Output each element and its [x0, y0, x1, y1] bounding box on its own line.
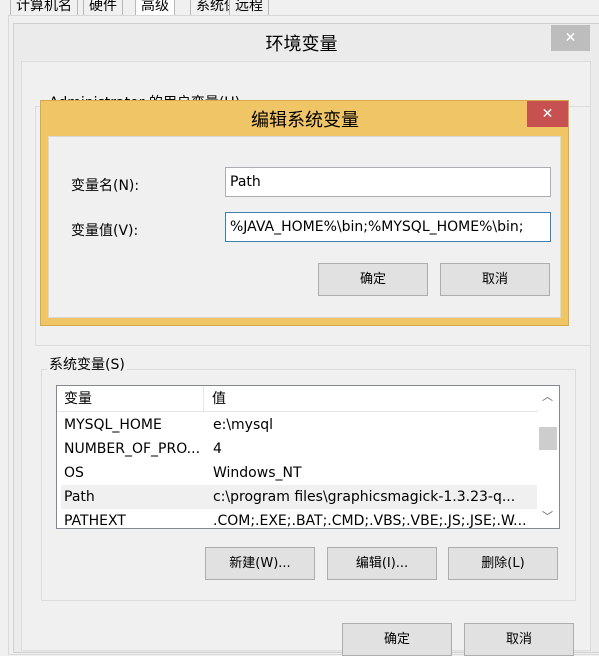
table-header: 变量 值	[57, 386, 538, 412]
column-header-value[interactable]: 值	[203, 386, 226, 412]
delete-button[interactable]: 删除(L)	[448, 547, 558, 580]
tab-remote[interactable]: 远程	[229, 0, 269, 16]
row-value: .COM;.EXE;.BAT;.CMD;.VBS;.VBE;.JS;.JSE;.…	[213, 513, 527, 529]
scrollbar[interactable]: ︿ ﹀	[538, 386, 559, 528]
row-name: OS	[64, 465, 84, 481]
tab-computer-name[interactable]: 计算机名	[10, 0, 78, 16]
close-button[interactable]: ✕	[551, 25, 590, 51]
row-name: PATHEXT	[64, 513, 126, 529]
dialog-title: 编辑系统变量	[251, 110, 359, 131]
new-button[interactable]: 新建(W)...	[205, 547, 315, 580]
window-title: 环境变量	[265, 34, 338, 55]
table-row[interactable]: NUMBER_OF_PRO... 4	[57, 437, 537, 461]
close-icon: ✕	[541, 106, 554, 122]
row-name: NUMBER_OF_PRO...	[64, 441, 201, 457]
cancel-button[interactable]: 取消	[464, 623, 574, 656]
system-vars-label: 系统变量(S)	[47, 354, 127, 374]
variable-name-input[interactable]: Path	[225, 167, 551, 197]
row-value: c:\program files\graphicsmagick-1.3.23-q…	[213, 489, 516, 505]
variable-value-label: 变量值(V):	[71, 223, 139, 239]
system-vars-table[interactable]: 变量 值 MYSQL_HOME e:\mysql NUMBER_OF_PRO...…	[56, 385, 560, 529]
row-value: e:\mysql	[213, 417, 274, 433]
table-row[interactable]: OS Windows_NT	[57, 461, 537, 485]
row-name: MYSQL_HOME	[64, 417, 162, 433]
row-value: 4	[213, 441, 222, 457]
scroll-up-icon[interactable]: ︿	[542, 388, 553, 404]
row-name: Path	[64, 489, 95, 505]
dialog-ok-button[interactable]: 确定	[318, 263, 428, 296]
scroll-down-icon[interactable]: ﹀	[542, 508, 553, 524]
tab-hardware[interactable]: 硬件	[83, 0, 123, 16]
column-header-variable[interactable]: 变量	[64, 386, 92, 412]
dialog-close-button[interactable]: ✕	[527, 101, 568, 127]
table-row[interactable]: PATHEXT .COM;.EXE;.BAT;.CMD;.VBS;.VBE;.JS…	[57, 509, 537, 529]
dialog-cancel-button[interactable]: 取消	[440, 263, 550, 296]
table-row[interactable]: MYSQL_HOME e:\mysql	[57, 413, 537, 437]
ok-button[interactable]: 确定	[342, 623, 452, 656]
edit-system-variable-dialog: 编辑系统变量 ✕ 变量名(N): Path 变量值(V): %JAVA_HOME…	[40, 100, 569, 326]
close-icon: ✕	[564, 30, 577, 46]
variable-value-input[interactable]: %JAVA_HOME%\bin;%MYSQL_HOME%\bin;	[225, 212, 551, 242]
row-value: Windows_NT	[213, 465, 302, 481]
table-row-selected[interactable]: Path c:\program files\graphicsmagick-1.3.…	[61, 485, 537, 509]
edit-button[interactable]: 编辑(I)...	[327, 547, 437, 580]
variable-name-label: 变量名(N):	[71, 178, 140, 194]
scrollbar-thumb[interactable]	[539, 427, 557, 450]
